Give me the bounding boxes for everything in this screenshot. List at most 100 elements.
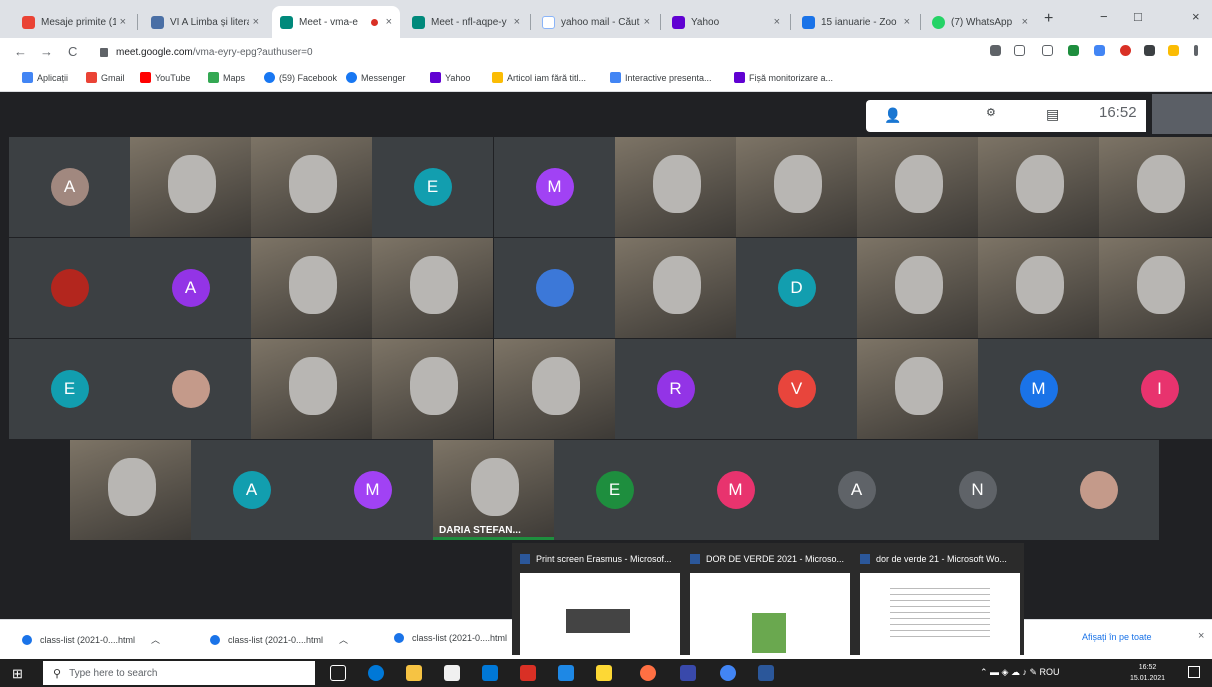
file-explorer-icon[interactable] — [406, 665, 422, 681]
tab-close-icon[interactable]: × — [1022, 16, 1028, 28]
bookmark-facebook[interactable]: (59) Facebook — [264, 72, 337, 83]
participant-tile[interactable] — [978, 137, 1099, 237]
tab-zoom[interactable]: 15 ianuarie - Zoo × — [794, 6, 918, 38]
word-icon[interactable] — [758, 665, 774, 681]
extension-icon[interactable] — [1094, 45, 1105, 56]
participant-tile[interactable]: M — [675, 440, 796, 540]
close-downloads-button[interactable]: × — [1198, 630, 1204, 642]
show-all-downloads-link[interactable]: Afișați în pe toate — [1082, 632, 1152, 642]
tab-meet-active[interactable]: Meet - vma-e × — [272, 6, 400, 38]
participant-tile[interactable]: R — [615, 339, 736, 439]
participant-tile[interactable] — [251, 339, 372, 439]
task-view-icon[interactable] — [330, 665, 346, 681]
app-icon[interactable] — [640, 665, 656, 681]
tab-yahoo[interactable]: Yahoo × — [664, 6, 788, 38]
participant-tile[interactable]: DARIA STEFAN... — [433, 440, 554, 540]
participant-tile[interactable] — [1099, 137, 1212, 237]
bookmark-maps[interactable]: Maps — [208, 72, 245, 83]
tab-close-icon[interactable]: × — [644, 16, 650, 28]
participant-tile[interactable] — [1099, 238, 1212, 338]
tab-google-search[interactable]: yahoo mail - Căut × — [534, 6, 658, 38]
system-tray[interactable]: ⌃ ▬ ◈ ☁ ♪ ✎ ROU — [980, 667, 1060, 678]
participant-tile[interactable]: E — [372, 137, 493, 237]
tab-close-icon[interactable]: × — [386, 16, 392, 28]
sticky-notes-icon[interactable] — [596, 665, 612, 681]
participant-tile[interactable] — [130, 137, 251, 237]
participant-tile[interactable]: E — [9, 339, 130, 439]
chevron-up-icon[interactable]: ︿ — [151, 633, 160, 646]
activities-icon[interactable]: ⚙ — [986, 106, 996, 119]
maximize-button[interactable]: □ — [1134, 9, 1142, 24]
participant-tile[interactable] — [372, 339, 493, 439]
taskbar-search-box[interactable]: ⚲ Type here to search — [43, 661, 315, 685]
bookmark-interactive[interactable]: Interactive presenta... — [610, 72, 712, 83]
tab-close-icon[interactable]: × — [253, 16, 259, 28]
chat-icon[interactable]: ▤ — [1046, 106, 1059, 123]
back-button[interactable]: ← — [14, 44, 27, 59]
participant-tile[interactable] — [615, 137, 736, 237]
tab-meet-2[interactable]: Meet - nfl-aqpe-y × — [404, 6, 528, 38]
participant-tile[interactable] — [251, 137, 372, 237]
star-icon[interactable] — [1014, 45, 1025, 56]
participant-tile[interactable]: E — [554, 440, 675, 540]
participant-tile[interactable] — [978, 238, 1099, 338]
acrobat-icon[interactable] — [520, 665, 536, 681]
tab-close-icon[interactable]: × — [514, 16, 520, 28]
download-item[interactable]: class-list (2021-0....html ︿ — [22, 633, 160, 646]
profile-icon[interactable] — [1168, 45, 1179, 56]
participant-tile[interactable] — [130, 339, 251, 439]
tab-close-icon[interactable]: × — [904, 16, 910, 28]
participant-tile[interactable] — [9, 238, 130, 338]
block-extension-icon[interactable] — [1120, 45, 1131, 56]
chrome-icon[interactable] — [720, 665, 736, 681]
bookmark-yahoo[interactable]: Yahoo — [430, 72, 470, 83]
checkmark-extension-icon[interactable] — [1068, 45, 1079, 56]
puzzle-icon[interactable] — [1144, 45, 1155, 56]
tab-close-icon[interactable]: × — [774, 16, 780, 28]
participant-tile[interactable] — [372, 238, 493, 338]
download-item[interactable]: class-list (2021-0....html — [394, 633, 507, 643]
participant-tile[interactable] — [857, 238, 978, 338]
word-window-thumbnail[interactable]: Print screen Erasmus - Microsof... — [520, 551, 680, 655]
bookmark-apps[interactable]: Aplicații — [22, 72, 68, 83]
download-item[interactable]: class-list (2021-0....html ︿ — [210, 633, 348, 646]
bookmark-gmail[interactable]: Gmail — [86, 72, 125, 83]
people-icon[interactable]: 👤 — [884, 107, 901, 124]
participant-tile[interactable] — [494, 238, 615, 338]
participant-tile[interactable]: V — [736, 339, 857, 439]
participant-tile[interactable]: I — [1099, 339, 1212, 439]
bookmark-messenger[interactable]: Messenger — [346, 72, 406, 83]
participant-tile[interactable] — [615, 238, 736, 338]
minimize-button[interactable]: − — [1100, 9, 1108, 24]
participant-tile[interactable] — [1038, 440, 1159, 540]
participant-tile[interactable]: A — [796, 440, 917, 540]
participant-tile[interactable]: A — [9, 137, 130, 237]
windows-start-icon[interactable]: ⊞ — [12, 666, 23, 682]
word-window-thumbnail[interactable]: dor de verde 21 - Microsoft Wo... — [860, 551, 1020, 655]
notification-center-icon[interactable] — [1188, 666, 1200, 678]
participant-tile[interactable]: M — [494, 137, 615, 237]
close-window-button[interactable]: × — [1192, 9, 1200, 24]
chevron-up-icon[interactable]: ︿ — [339, 633, 348, 646]
participant-tile[interactable] — [494, 339, 615, 439]
participant-tile[interactable] — [857, 137, 978, 237]
word-window-thumbnail[interactable]: DOR DE VERDE 2021 - Microso... — [690, 551, 850, 655]
participant-tile[interactable] — [857, 339, 978, 439]
tab-close-icon[interactable]: × — [120, 16, 126, 28]
tab-classroom[interactable]: VI A Limba și litera × — [143, 6, 267, 38]
cast-icon[interactable] — [1042, 45, 1053, 56]
bookmark-youtube[interactable]: YouTube — [140, 72, 190, 83]
forward-button[interactable]: → — [40, 44, 53, 59]
participant-tile[interactable]: M — [978, 339, 1099, 439]
tab-whatsapp[interactable]: (7) WhatsApp × — [924, 6, 1036, 38]
participant-tile[interactable]: D — [736, 238, 857, 338]
participant-tile[interactable]: M — [312, 440, 433, 540]
app-icon[interactable] — [680, 665, 696, 681]
participant-tile[interactable]: A — [191, 440, 312, 540]
participant-tile[interactable]: A — [130, 238, 251, 338]
mail-icon[interactable] — [482, 665, 498, 681]
bookmark-article[interactable]: Articol iam fără titl... — [492, 72, 586, 83]
store-icon[interactable] — [444, 665, 460, 681]
participant-tile[interactable] — [736, 137, 857, 237]
camera-icon[interactable] — [990, 45, 1001, 56]
